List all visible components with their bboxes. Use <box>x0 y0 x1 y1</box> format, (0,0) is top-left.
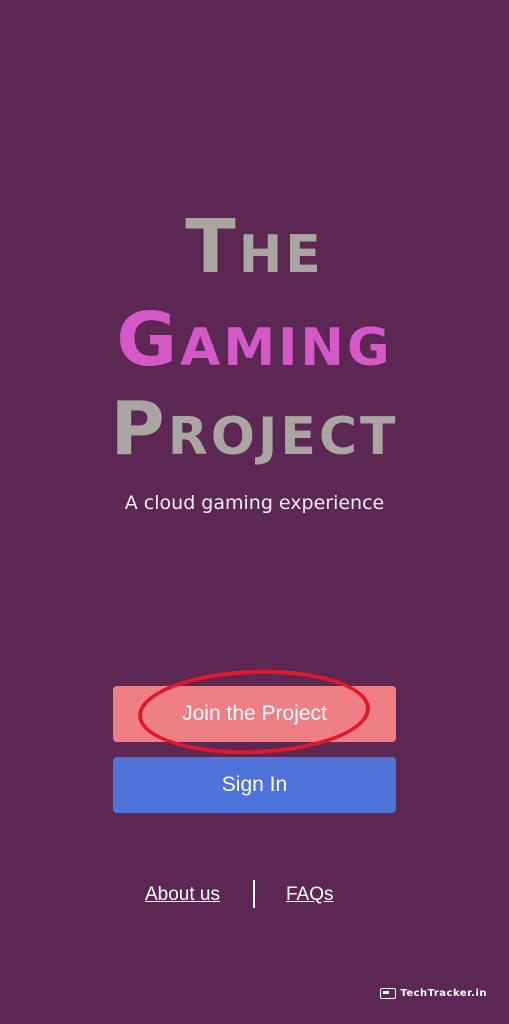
faqs-link[interactable]: FAQs <box>286 884 334 906</box>
footer-divider <box>253 880 255 908</box>
about-us-link[interactable]: About us <box>145 884 220 906</box>
sign-in-label: Sign In <box>221 773 288 796</box>
logo-line-project: Project <box>110 386 399 472</box>
join-project-label: Join the Project <box>182 702 327 725</box>
footer-links: About us FAQs <box>0 878 509 912</box>
browser-window-icon <box>380 988 397 999</box>
sign-in-button[interactable]: Sign In <box>113 757 396 813</box>
tagline: A cloud gaming experience <box>124 492 385 514</box>
logo-line-the: The <box>185 204 324 290</box>
watermark: TechTracker.in <box>380 988 487 999</box>
join-project-button[interactable]: Join the Project <box>113 686 396 742</box>
logo-line-gaming: Gaming <box>116 297 393 383</box>
watermark-text: TechTracker.in <box>400 988 487 999</box>
